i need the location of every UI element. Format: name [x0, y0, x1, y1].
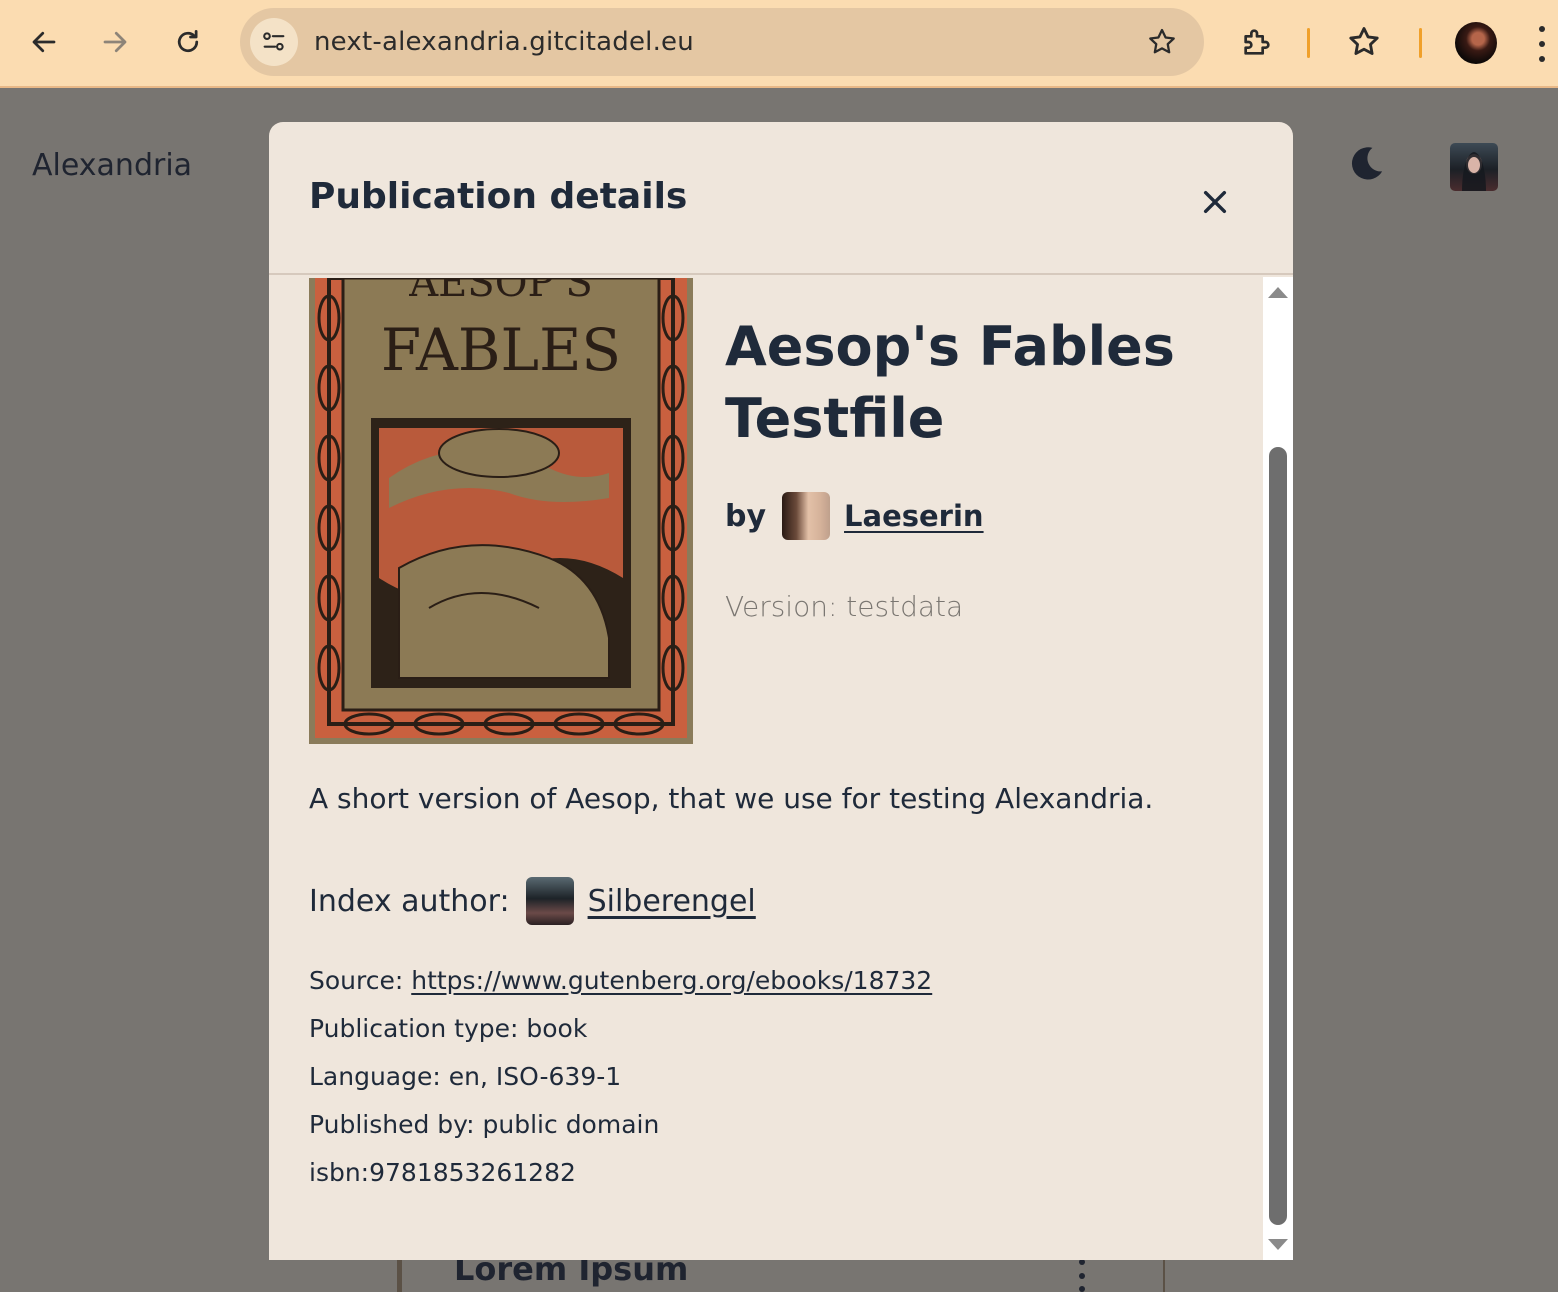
- dark-mode-toggle[interactable]: [1344, 142, 1388, 186]
- scrollbar-thumb[interactable]: [1269, 447, 1287, 1225]
- index-author-row: Index author: Silberengel: [309, 875, 756, 927]
- arrow-left-icon: [32, 31, 56, 53]
- index-author-avatar: [525, 877, 574, 925]
- user-avatar[interactable]: [1450, 143, 1498, 191]
- profile-avatar[interactable]: [1455, 22, 1497, 64]
- source-row: Source: https://www.gutenberg.org/ebooks…: [309, 957, 932, 1005]
- scroll-up-arrow-icon[interactable]: [1268, 287, 1288, 298]
- book-cover-image: AESOP'S FABLES: [309, 260, 693, 744]
- dot-icon: [1079, 1286, 1085, 1292]
- extensions-button[interactable]: [1233, 18, 1281, 66]
- background-card-menu[interactable]: [1077, 1259, 1087, 1292]
- site-info-button[interactable]: [250, 18, 298, 66]
- source-link[interactable]: https://www.gutenberg.org/ebooks/18732: [411, 966, 932, 995]
- dot-icon: [1539, 41, 1545, 47]
- publication-title: Aesop's Fables Testfile: [725, 315, 1175, 450]
- bookmark-button[interactable]: [1142, 22, 1182, 62]
- language: Language: en, ISO-639-1: [309, 1062, 622, 1091]
- toolbar-separator: [1307, 28, 1310, 58]
- modal-header: Publication details: [269, 122, 1293, 275]
- published-by: Published by: public domain: [309, 1110, 660, 1139]
- app-title[interactable]: Alexandria: [32, 148, 192, 183]
- by-label: by: [725, 498, 767, 534]
- close-icon: [1203, 190, 1227, 214]
- tune-icon: [263, 32, 285, 51]
- reload-button[interactable]: [164, 18, 212, 66]
- version-text: Version: testdata: [725, 590, 964, 623]
- publication-type: Publication type: book: [309, 1014, 588, 1043]
- dot-icon: [1539, 56, 1545, 62]
- index-author-label: Index author:: [309, 883, 510, 919]
- author-avatar: [782, 492, 831, 540]
- bookmarks-button[interactable]: [1340, 18, 1388, 66]
- url-text[interactable]: next-alexandria.gitcitadel.eu: [314, 8, 694, 76]
- browser-menu-button[interactable]: [1532, 22, 1552, 66]
- moon-icon: [1351, 147, 1383, 180]
- address-bar[interactable]: next-alexandria.gitcitadel.eu: [240, 8, 1204, 76]
- scroll-down-arrow-icon[interactable]: [1268, 1239, 1288, 1250]
- isbn: isbn:9781853261282: [309, 1158, 576, 1187]
- arrow-right-icon: [103, 31, 127, 53]
- reload-icon: [177, 30, 199, 53]
- back-button[interactable]: [20, 18, 68, 66]
- dot-icon: [1079, 1272, 1085, 1279]
- modal-scrollbar[interactable]: [1263, 277, 1293, 1260]
- cover-title-main: FABLES: [381, 316, 621, 384]
- modal-body: AESOP'S FABLES Aesop's Fables Testfile b…: [269, 260, 1263, 1260]
- portrait-icon: [1462, 152, 1486, 191]
- toolbar-separator: [1419, 28, 1422, 58]
- publication-details-modal: Publication details AESOP'S FABLES Aesop…: [269, 122, 1293, 1260]
- star-icon: [1149, 28, 1175, 54]
- browser-toolbar: next-alexandria.gitcitadel.eu: [0, 0, 1558, 88]
- star-list-icon: [1349, 27, 1379, 55]
- modal-title: Publication details: [309, 176, 688, 217]
- publication-metadata: Source: https://www.gutenberg.org/ebooks…: [309, 957, 932, 1197]
- close-button[interactable]: [1191, 178, 1239, 226]
- forward-button[interactable]: [91, 18, 139, 66]
- cover-title-top: AESOP'S: [408, 278, 593, 306]
- author-row: by Laeserin: [725, 491, 984, 541]
- publication-summary: A short version of Aesop, that we use fo…: [309, 782, 1154, 815]
- dot-icon: [1539, 26, 1545, 32]
- puzzle-icon: [1244, 29, 1270, 55]
- source-label: Source:: [309, 966, 412, 995]
- index-author-link[interactable]: Silberengel: [588, 884, 756, 919]
- author-link[interactable]: Laeserin: [844, 499, 984, 533]
